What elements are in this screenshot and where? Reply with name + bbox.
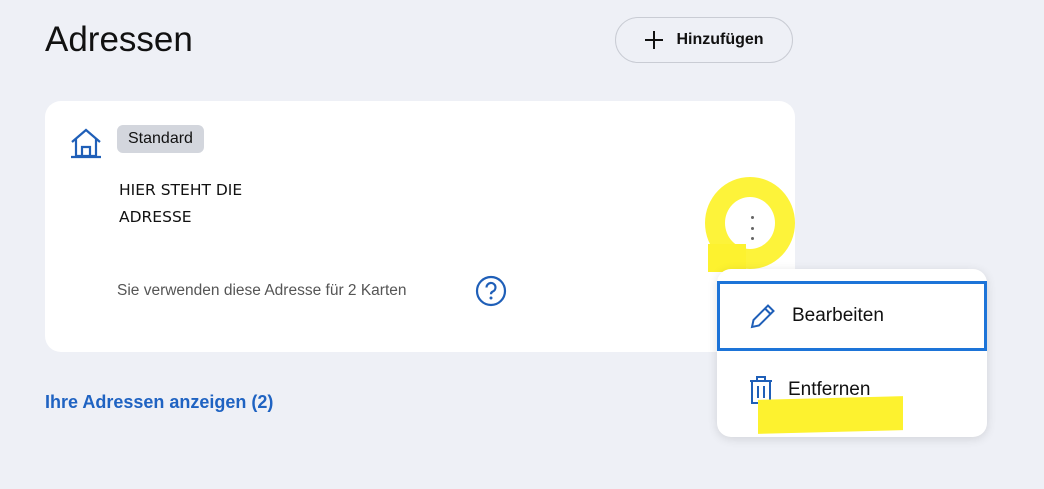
more-icon-dot [750, 226, 754, 230]
highlight-mark [708, 244, 746, 272]
address-line-1: HIER STEHT DIE [119, 181, 243, 199]
menu-item-label: Bearbeiten [792, 305, 884, 326]
address-text: HIER STEHT DIE ADRESSE [119, 177, 242, 231]
address-card: Standard HIER STEHT DIE ADRESSE Sie verw… [45, 101, 795, 352]
more-options-button[interactable] [745, 212, 759, 244]
menu-item-edit[interactable]: Bearbeiten [717, 281, 987, 351]
more-icon-dot [750, 237, 754, 240]
show-addresses-link[interactable]: Ihre Adressen anzeigen (2) [45, 392, 273, 413]
add-button-label: Hinzufügen [676, 31, 764, 48]
pencil-icon [750, 304, 775, 329]
highlight-underline [758, 396, 903, 434]
address-line-2: ADRESSE [119, 208, 192, 226]
help-icon[interactable] [475, 275, 507, 307]
add-address-button[interactable]: Hinzufügen [615, 17, 793, 63]
page-title: Adressen [45, 20, 193, 59]
default-badge: Standard [117, 125, 204, 153]
home-icon [71, 128, 101, 159]
more-icon-dot [750, 216, 754, 219]
plus-icon [645, 31, 664, 49]
usage-note: Sie verwenden diese Adresse für 2 Karten [117, 282, 407, 299]
